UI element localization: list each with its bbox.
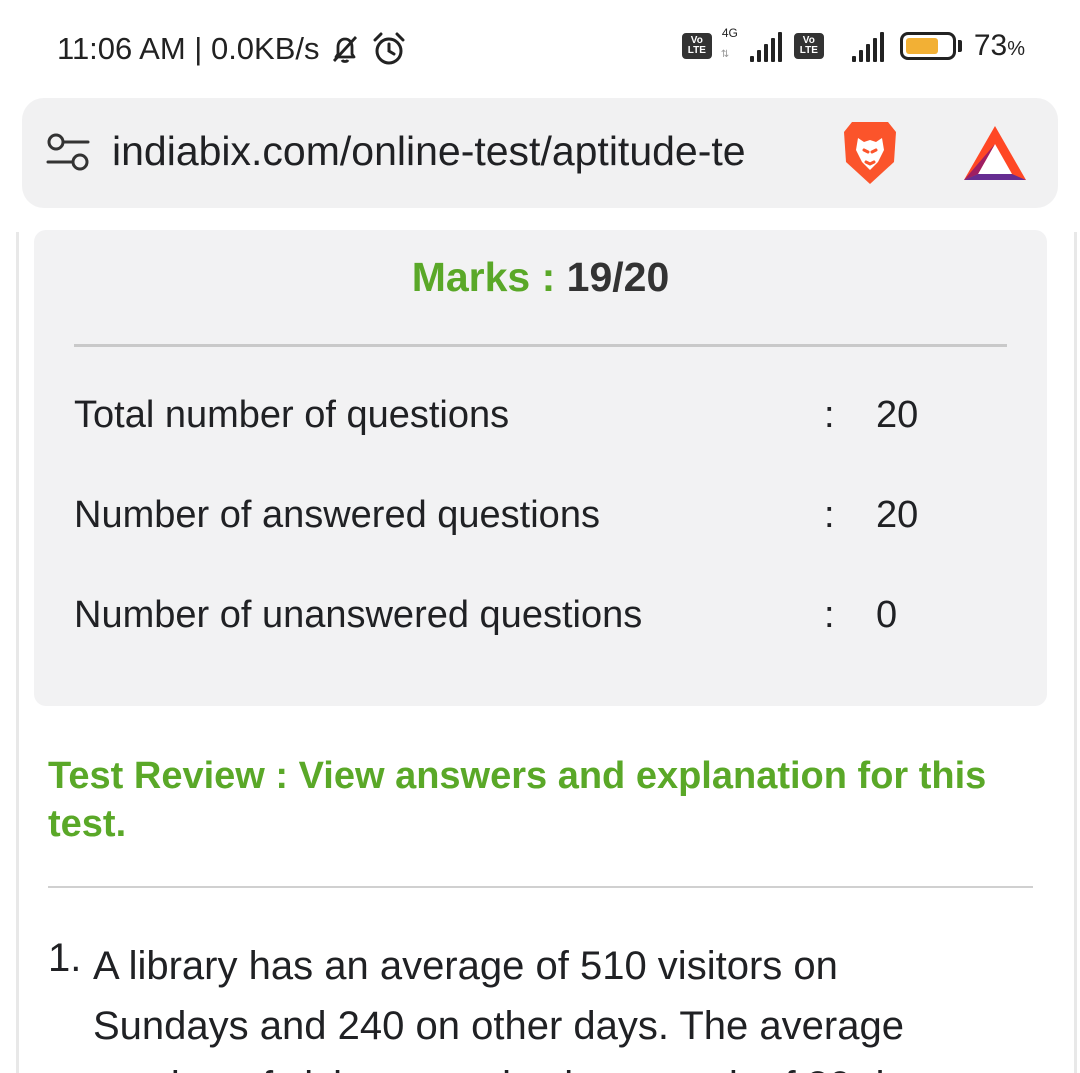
stat-value: 20 [876, 394, 919, 436]
brave-shield-icon[interactable] [838, 118, 902, 188]
status-time: 11:06 AM | 0.0KB/s [57, 31, 320, 66]
question-text: A library has an average of 510 visitors… [93, 944, 947, 1073]
marks-label: Marks : [411, 254, 556, 300]
section-divider [48, 886, 1033, 888]
bat-rewards-icon[interactable] [962, 124, 1028, 182]
url-text[interactable]: indiabix.com/online-test/aptitude-te [112, 128, 832, 175]
address-bar[interactable]: indiabix.com/online-test/aptitude-te [22, 98, 1058, 208]
volte-sim1-icon: Vo LTE [681, 33, 712, 59]
tune-icon[interactable] [46, 132, 90, 172]
status-right: Vo LTE 4G ⇅ Vo LTE 73% [681, 26, 1025, 64]
stat-unanswered-questions: Number of unanswered questions : 0 [74, 594, 1007, 644]
test-review-link[interactable]: Test Review : View answers and explanati… [48, 752, 1038, 848]
signal-sim1-icon: 4G ⇅ [718, 26, 782, 64]
battery-percent: 73% [973, 29, 1025, 62]
marks-value: 19/20 [566, 254, 670, 300]
alarm-icon [370, 30, 408, 68]
volte-sim2-icon: Vo LTE [793, 33, 824, 59]
status-bar: 11:06 AM | 0.0KB/s Vo LTE 4G ⇅ Vo LTE 73… [0, 0, 1080, 98]
stat-colon: : [824, 594, 835, 636]
data-arrows-icon: ⇅ [720, 49, 730, 60]
stat-label: Total number of questions [74, 394, 510, 436]
signal-sim2-icon [830, 28, 884, 64]
stat-total-questions: Total number of questions : 20 [74, 394, 1007, 444]
page-edge-right [1074, 232, 1077, 1073]
stat-colon: : [824, 494, 835, 536]
network-type: 4G [721, 26, 738, 40]
bell-off-icon [328, 32, 362, 66]
page-edge-left [16, 232, 19, 1073]
question-number: 1. [48, 936, 82, 980]
stat-colon: : [824, 394, 835, 436]
stat-label: Number of answered questions [74, 494, 600, 536]
result-card: Marks : 19/20 Total number of questions … [34, 230, 1047, 706]
stat-label: Number of unanswered questions [74, 594, 643, 636]
stat-value: 20 [876, 494, 919, 536]
card-divider [74, 344, 1007, 347]
stat-value: 0 [876, 594, 898, 636]
battery-icon [899, 32, 962, 60]
marks-heading: Marks : 19/20 [34, 254, 1047, 301]
status-left: 11:06 AM | 0.0KB/s [57, 30, 408, 68]
stat-answered-questions: Number of answered questions : 20 [74, 494, 1007, 544]
